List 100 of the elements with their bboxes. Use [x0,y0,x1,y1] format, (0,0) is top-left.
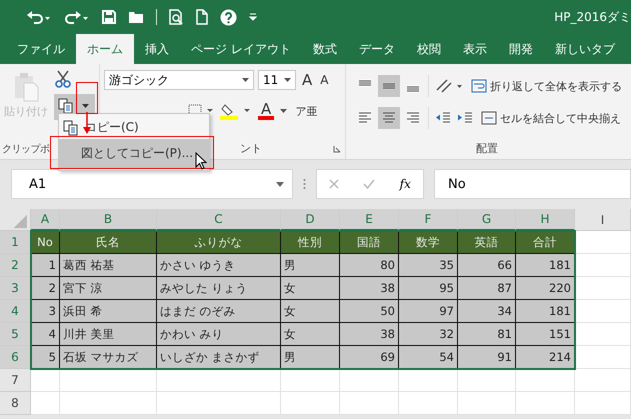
phonetic-button[interactable]: ア亜 [293,104,320,118]
ribbon-tab[interactable]: 数式 [302,34,348,64]
row-header[interactable]: 7 [0,369,31,392]
ribbon-tab[interactable]: ホーム [76,34,134,64]
column-header[interactable]: D [281,209,340,231]
row-header[interactable]: 2 [0,254,31,277]
column-header[interactable]: F [399,209,458,231]
table-cell: 5 [31,346,60,369]
table-cell [575,277,631,300]
shrink-font-button[interactable]: A [318,73,330,87]
column-header[interactable]: I [575,209,631,231]
increase-indent-icon[interactable] [457,111,473,125]
folder-icon[interactable] [128,10,144,24]
table-cell: 35 [399,254,458,277]
table-cell [458,392,516,415]
name-box[interactable]: A1 [11,169,293,199]
table-cell: 男 [281,346,340,369]
column-header[interactable]: G [458,209,516,231]
column-header[interactable]: E [340,209,399,231]
align-lines-icon[interactable] [358,111,372,125]
dropdown-caret-icon[interactable] [242,78,249,82]
text-orientation-icon[interactable] [435,78,463,94]
table-cell: 3 [31,300,60,323]
help-icon[interactable] [220,8,237,26]
table-cell: 80 [340,254,399,277]
save-icon[interactable] [102,10,116,24]
row-header[interactable]: 1 [0,231,31,254]
ribbon-tab[interactable]: 挿入 [134,34,180,64]
table-cell: 87 [458,277,516,300]
table-cell: 38 [340,277,399,300]
decrease-indent-icon[interactable] [435,111,451,125]
customize-caret-icon[interactable] [249,13,257,21]
row-header[interactable]: 5 [0,323,31,346]
row-header[interactable]: 3 [0,277,31,300]
ribbon-tab[interactable]: 開発 [498,34,544,64]
table-cell: 石坂 マサカズ [60,346,157,369]
column-header[interactable]: H [516,209,575,231]
grow-font-button[interactable]: A [300,71,314,89]
wrap-text-icon[interactable] [471,79,487,93]
table-cell: 38 [340,323,399,346]
vertical-align-button[interactable] [378,75,400,97]
ribbon-tab[interactable]: 表示 [452,34,498,64]
table-cell: 220 [516,277,575,300]
dropdown-caret-icon[interactable] [284,78,291,82]
dropdown-caret-icon[interactable] [82,104,89,108]
table-cell: 151 [516,323,575,346]
ribbon-tab[interactable]: データ [348,34,406,64]
horizontal-align-button[interactable] [378,107,400,129]
font-size-field[interactable]: 11 [258,70,296,90]
formula-field[interactable]: No [434,169,631,199]
table-cell: 91 [458,346,516,369]
table-cell [340,392,399,415]
group-label: クリップボ [2,142,50,156]
ribbon-tab[interactable]: 新しいタブ [544,34,626,64]
ribbon-tab[interactable]: ファイル [6,34,76,64]
dropdown-caret-icon[interactable] [276,182,284,186]
align-lines-icon[interactable] [406,111,420,125]
merge-cells-icon[interactable] [481,111,497,125]
table-cell: 34 [458,300,516,323]
column-header[interactable]: B [60,209,157,231]
highlight-frame [76,82,98,114]
ribbon-tab[interactable]: 校閲 [406,34,452,64]
table-cell [516,369,575,392]
merge-center-button[interactable]: セルを結合して中央揃え [481,110,621,126]
table-cell: 葛西 祐基 [60,254,157,277]
table-cell [31,392,60,415]
table-cell [575,346,631,369]
column-header[interactable]: C [157,209,281,231]
font-color-button[interactable]: A [258,102,274,120]
redo-icon[interactable] [64,9,90,25]
wrap-text-button[interactable]: 折り返して全体を表示する [471,78,622,94]
table-cell: 1 [31,254,60,277]
font-name-field[interactable]: 游ゴシック [104,70,254,90]
table-cell: いしざか まさかず [157,346,281,369]
insert-function-button[interactable]: fx [400,177,411,191]
table-cell: 国語 [340,231,399,254]
clipboard-icon [13,72,39,102]
document-icon[interactable] [196,9,208,25]
row-header[interactable]: 4 [0,300,31,323]
align-lines-icon[interactable] [382,111,396,125]
dropdown-caret-icon[interactable] [280,109,288,113]
row-header[interactable]: 8 [0,392,31,415]
scissors-icon[interactable] [54,70,72,88]
table-cell: 氏名 [60,231,157,254]
row-header[interactable]: 6 [0,346,31,369]
fill-color-icon[interactable] [220,102,252,120]
print-preview-icon[interactable] [169,9,184,25]
check-icon[interactable] [363,179,376,189]
table-cell [399,369,458,392]
menu-item[interactable]: 図としてコピー(P)... [59,139,209,168]
more-icon [303,178,306,190]
ribbon-tab[interactable]: ページ レイアウト [180,34,302,64]
dialog-launcher-icon[interactable] [333,145,341,153]
table-cell: かさい ゆうき [157,254,281,277]
table-cell: 4 [31,323,60,346]
table-cell: 宮下 涼 [60,277,157,300]
table-cell: 女 [281,300,340,323]
copy-icon[interactable] [58,98,74,114]
column-header[interactable]: A [31,209,60,231]
undo-icon[interactable] [26,9,52,25]
